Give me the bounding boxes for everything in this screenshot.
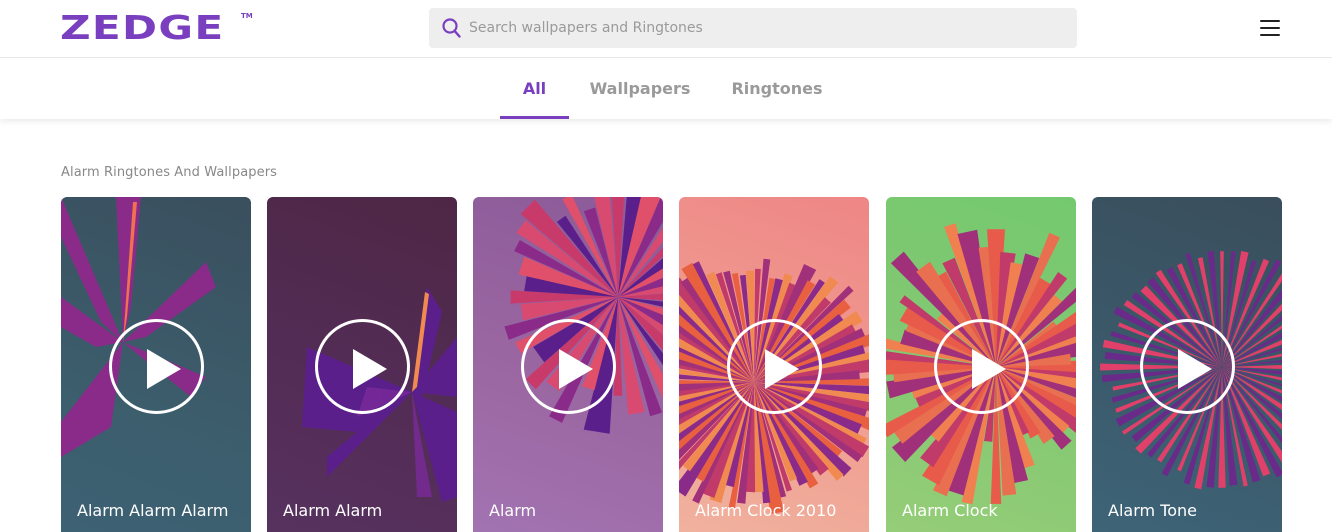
play-icon[interactable] [109, 319, 204, 414]
ringtone-card[interactable]: Alarm Tone [1092, 197, 1282, 532]
top-bar: ZEDGE TM [0, 0, 1332, 58]
menu-line [1260, 34, 1280, 36]
ringtone-card[interactable]: Alarm Alarm Alarm [61, 197, 251, 532]
card-title: Alarm Alarm [283, 501, 383, 520]
card-title: Alarm Clock 2010 [695, 501, 837, 520]
play-icon[interactable] [934, 319, 1029, 414]
ringtone-card[interactable]: Alarm Clock 2010 [679, 197, 869, 532]
card-title: Alarm [489, 501, 537, 520]
zedge-logo[interactable]: ZEDGE TM [60, 11, 253, 44]
ringtone-card[interactable]: Alarm [473, 197, 663, 532]
logo-text: ZEDGE [60, 8, 225, 47]
menu-line [1260, 20, 1280, 22]
menu-line [1260, 27, 1280, 29]
play-icon[interactable] [521, 319, 616, 414]
tab-all[interactable]: All [500, 59, 569, 119]
play-icon[interactable] [1140, 319, 1235, 414]
tab-wallpapers[interactable]: Wallpapers [580, 59, 700, 119]
card-title: Alarm Alarm Alarm [77, 501, 229, 520]
play-icon[interactable] [315, 319, 410, 414]
card-title: Alarm Tone [1108, 501, 1197, 520]
card-title: Alarm Clock [902, 501, 998, 520]
ringtone-card[interactable]: Alarm Alarm [267, 197, 457, 532]
search-bar[interactable] [429, 8, 1077, 48]
hamburger-menu-button[interactable] [1258, 17, 1282, 39]
ringtone-card[interactable]: Alarm Clock [886, 197, 1076, 532]
tab-ringtones[interactable]: Ringtones [720, 59, 834, 119]
search-icon [441, 17, 463, 39]
section-title: Alarm Ringtones And Wallpapers [61, 165, 278, 180]
search-input[interactable] [469, 20, 1049, 36]
category-tabs: All Wallpapers Ringtones [0, 59, 1332, 119]
logo-trademark: TM [241, 12, 253, 20]
play-icon[interactable] [727, 319, 822, 414]
